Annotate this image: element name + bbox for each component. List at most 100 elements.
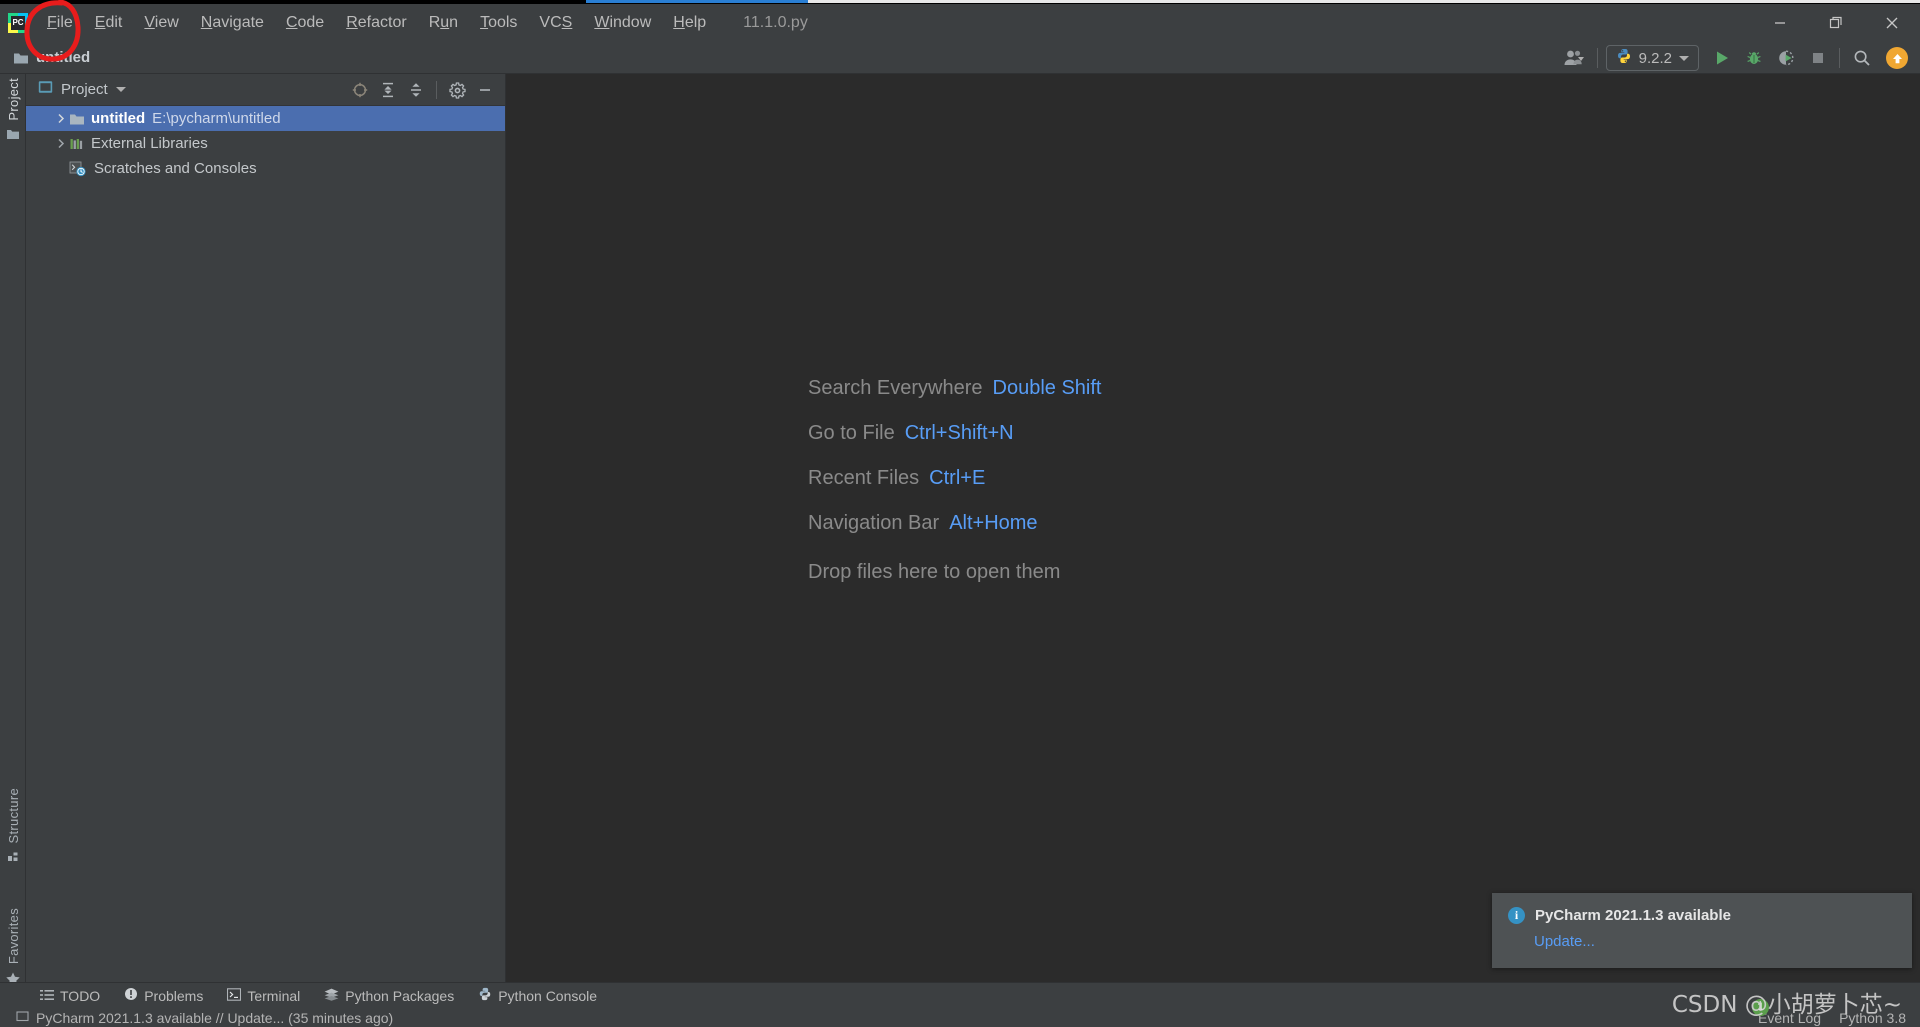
library-icon (69, 137, 91, 151)
progress-segment-white (808, 0, 1920, 3)
status-message: PyCharm 2021.1.3 available // Update... … (36, 1009, 394, 1026)
notification-title-row: i PyCharm 2021.1.3 available (1492, 893, 1912, 924)
menu-item-run[interactable]: Run (418, 11, 469, 35)
menu-item-window[interactable]: Window (583, 11, 662, 35)
menu-item-tools[interactable]: Tools (469, 11, 528, 35)
hint-row-search-everywhere: Search Everywhere Double Shift (808, 377, 1102, 400)
hint-shortcut: Double Shift (992, 377, 1102, 399)
pycharm-window: PC FFileile Edit View Navigate Code Refa… (0, 0, 1920, 1027)
pycharm-logo-icon: PC (8, 13, 28, 33)
tool-window-python-console[interactable]: Python Console (478, 987, 597, 1004)
hide-icon[interactable] (472, 77, 498, 103)
run-play-icon[interactable] (1709, 45, 1735, 71)
project-panel-title: Project (61, 81, 108, 98)
tool-window-problems-label: Problems (144, 987, 204, 1004)
notification-update-link[interactable]: Update... (1534, 933, 1595, 950)
breadcrumb[interactable]: untitled (36, 49, 90, 66)
gear-icon[interactable] (444, 77, 470, 103)
hint-shortcut: Ctrl+Shift+N (904, 422, 1014, 444)
event-log-button[interactable]: 1 Event Log (1752, 998, 1821, 1026)
tool-window-terminal[interactable]: Terminal (227, 988, 300, 1004)
left-tool-window-stripe: Project Structure Favorites (0, 74, 26, 998)
menu-item-code[interactable]: Code (275, 11, 335, 35)
expand-all-icon[interactable] (375, 77, 401, 103)
folder-icon (13, 51, 29, 65)
hint-label: Search Everywhere (808, 377, 983, 399)
window-title: 11.1.0.py (743, 14, 808, 31)
tree-item-label: Scratches and Consoles (94, 160, 257, 177)
menu-item-file[interactable]: FFileile (36, 11, 84, 35)
main-toolbar: 9.2.2 (1559, 42, 1912, 74)
menu-item-help[interactable]: Help (662, 11, 717, 35)
chevron-down-icon (115, 87, 126, 92)
drop-files-hint: Drop files here to open them (808, 561, 1061, 583)
title-bar: PC FFileile Edit View Navigate Code Refa… (0, 4, 1920, 42)
project-panel-header: Project (26, 74, 505, 106)
sidebar-item-project[interactable]: Project (0, 74, 26, 143)
info-icon: i (1508, 907, 1525, 924)
project-view-icon (38, 80, 53, 99)
sidebar-item-structure[interactable]: Structure (0, 784, 26, 866)
project-view-selector[interactable]: Project (38, 80, 126, 99)
todo-list-icon (40, 988, 54, 1004)
user-account-icon[interactable] (1559, 45, 1589, 71)
hint-shortcut: Alt+Home (949, 512, 1038, 534)
bottom-tool-window-bar: TODO Problems Terminal Python Packages P… (0, 982, 1920, 1008)
status-right-group: 1 Event Log Python 3.8 (1752, 998, 1906, 1026)
debug-bug-icon[interactable] (1741, 45, 1767, 71)
menu-item-view[interactable]: View (133, 11, 189, 35)
select-opened-file-icon[interactable] (347, 77, 373, 103)
hint-label: Navigation Bar (808, 512, 940, 534)
collapse-all-icon[interactable] (403, 77, 429, 103)
project-tool-window: Project untitled E:\pycharm\untitled Ext… (26, 74, 506, 998)
chevron-down-icon (1679, 55, 1689, 61)
tree-item-label: External Libraries (91, 135, 208, 152)
run-configuration-selector[interactable]: 9.2.2 (1605, 45, 1699, 71)
structure-icon (7, 850, 20, 863)
tool-window-problems[interactable]: Problems (124, 987, 203, 1004)
balloon-icon (16, 1010, 29, 1026)
menu-item-navigate[interactable]: Navigate (190, 11, 275, 35)
restore-window-button[interactable] (1808, 4, 1864, 42)
update-arrow-icon (1886, 47, 1908, 69)
hint-row-go-to-file: Go to File Ctrl+Shift+N (808, 422, 1102, 445)
packages-icon (324, 988, 339, 1004)
terminal-icon (227, 987, 242, 1004)
chevron-right-icon[interactable] (52, 113, 69, 124)
scratches-icon (69, 161, 91, 177)
minimize-window-button[interactable] (1752, 4, 1808, 42)
update-arrow-button[interactable] (1882, 45, 1912, 71)
notification-title: PyCharm 2021.1.3 available (1535, 907, 1731, 924)
editor-empty-area[interactable]: Search Everywhere Double Shift Go to Fil… (507, 74, 1920, 998)
stop-square-icon[interactable] (1805, 45, 1831, 71)
sidebar-item-favorites[interactable]: Favorites (0, 904, 26, 990)
menu-item-vcs[interactable]: VCS (528, 11, 583, 35)
problems-warning-icon (124, 987, 138, 1004)
tool-window-terminal-label: Terminal (247, 987, 301, 1004)
tree-item-external-libraries[interactable]: External Libraries (26, 131, 505, 156)
interpreter-label[interactable]: Python 3.8 (1839, 1010, 1906, 1026)
status-message-group[interactable]: PyCharm 2021.1.3 available // Update... … (16, 1010, 393, 1026)
hint-shortcut: Ctrl+E (929, 467, 986, 489)
tree-item-scratches-and-consoles[interactable]: Scratches and Consoles (26, 156, 505, 181)
progress-segment-blue (586, 0, 808, 3)
tool-window-python-packages[interactable]: Python Packages (324, 988, 454, 1004)
toolbar-separator-2 (1839, 48, 1840, 68)
tool-window-todo[interactable]: TODO (40, 988, 100, 1004)
editor-hints: Search Everywhere Double Shift Go to Fil… (808, 377, 1102, 584)
sidebar-item-project-label: Project (5, 78, 21, 121)
menu-item-edit[interactable]: Edit (84, 11, 134, 35)
hint-label: Go to File (808, 422, 895, 444)
chevron-right-icon[interactable] (52, 138, 69, 149)
tool-window-python-console-label: Python Console (498, 987, 598, 1004)
close-window-button[interactable] (1864, 4, 1920, 42)
search-icon[interactable] (1848, 45, 1876, 71)
run-with-coverage-icon[interactable] (1773, 45, 1799, 71)
window-controls (1752, 4, 1920, 42)
status-bar: PyCharm 2021.1.3 available // Update... … (0, 998, 1920, 1027)
menu-item-refactor[interactable]: Refactor (335, 11, 417, 35)
tree-item-path: E:\pycharm\untitled (152, 110, 281, 127)
tree-item-untitled[interactable]: untitled E:\pycharm\untitled (26, 106, 505, 131)
hint-label: Recent Files (808, 467, 920, 489)
event-log-badge: 1 (1752, 998, 1769, 1016)
